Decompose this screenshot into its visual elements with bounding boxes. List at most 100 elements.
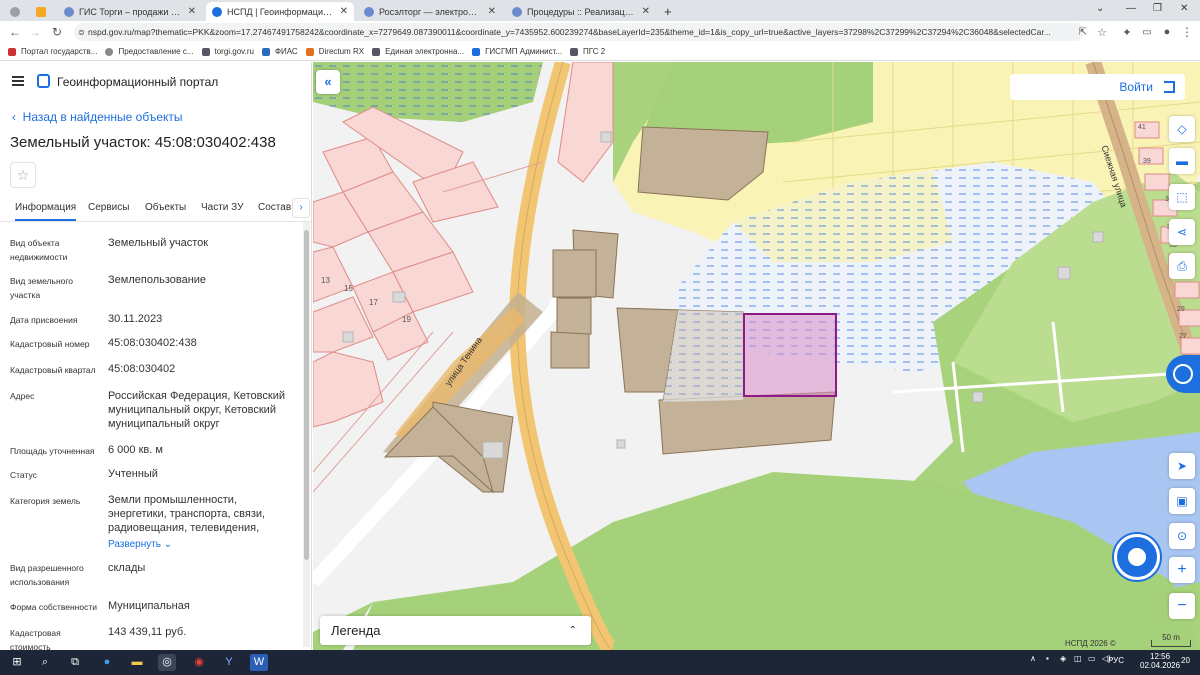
site-info-icon[interactable]: ⊜ (78, 28, 85, 37)
legend-dropdown[interactable]: Легенда ⌃⌄ (320, 616, 591, 645)
scale-bar: 50 m (1151, 634, 1191, 647)
tab-search-icon[interactable]: ⌄ (1096, 3, 1104, 14)
portal-logo-icon (37, 74, 50, 88)
bookmark-star-icon[interactable]: ☆ (1093, 26, 1111, 39)
expand-link[interactable]: Развернуть ⌄ (108, 539, 172, 550)
land-category-value: Земли промышленности, энергетики, трансп… (108, 494, 266, 534)
profile-icon[interactable]: ● (1158, 26, 1176, 38)
back-to-results-link[interactable]: ‹ Назад в найденные объекты (12, 110, 183, 124)
locate-me-icon[interactable]: ➤ (1169, 453, 1195, 479)
browser-tab[interactable] (4, 2, 28, 21)
forward-arrow-icon[interactable]: → (26, 25, 44, 39)
close-tab-icon[interactable]: ✕ (488, 6, 496, 17)
field-label: Категория земель (10, 496, 81, 506)
search-location-icon[interactable]: ⊙ (1169, 523, 1195, 549)
zoom-in-button[interactable]: + (1169, 557, 1195, 583)
selected-parcel[interactable] (743, 313, 837, 397)
panel-scrollbar[interactable] (303, 222, 310, 647)
map-layer (313, 62, 1200, 650)
tabs-scroll-right-icon[interactable]: › (292, 198, 310, 218)
login-button[interactable]: Войти (1010, 74, 1185, 100)
scrollbar-thumb[interactable] (304, 230, 309, 560)
collapse-panel-button[interactable]: « (316, 70, 340, 94)
minimap-icon[interactable]: ▣ (1169, 488, 1195, 514)
tab-services[interactable]: Сервисы (88, 202, 129, 213)
bookmark-item[interactable]: ГИСГМП Админист... (472, 47, 562, 56)
chevron-left-icon: ‹ (12, 110, 23, 124)
network-icon[interactable]: ▭ (1088, 654, 1096, 663)
file-explorer-icon[interactable]: ▬ (128, 654, 146, 671)
select-area-icon[interactable]: ⬚ (1169, 184, 1195, 210)
tab-title: НСПД | Геоинформационный п (227, 6, 334, 17)
field-label: Форма собственности (10, 602, 97, 612)
bookmark-item[interactable]: ФИАС (261, 47, 298, 56)
bookmark-item[interactable]: Directum RX (305, 47, 364, 56)
word-icon[interactable]: W (250, 654, 268, 671)
tab-objects[interactable]: Объекты (145, 202, 186, 213)
task-view-icon[interactable]: ⧉ (66, 654, 84, 671)
print-icon[interactable]: ⎙ (1169, 253, 1195, 279)
close-tab-icon[interactable]: ✕ (340, 6, 348, 17)
yandex-icon[interactable]: Y (220, 654, 238, 671)
map-canvas[interactable]: улица Тенина Сиежная улица 13 15 17 19 4… (313, 62, 1200, 650)
field-label: Кадастровая стоимость (10, 628, 61, 650)
tray-app-icon[interactable]: ◈ (1060, 654, 1066, 663)
maximize-icon[interactable]: ❐ (1153, 3, 1162, 14)
tray-chevron-icon[interactable]: ∧ (1030, 654, 1036, 663)
browser-tab-bar: ГИС Торги – продажи государс ✕ НСПД | Ге… (0, 0, 1200, 21)
zoom-out-button[interactable]: − (1169, 593, 1195, 619)
share-link-icon[interactable]: ⋖ (1169, 219, 1195, 245)
language-indicator[interactable]: РУС (1108, 656, 1124, 665)
url-field[interactable]: ⊜ nspd.gov.ru/map?thematic=PKK&zoom=17.2… (74, 23, 1084, 41)
globe-icon (64, 6, 74, 17)
chrome-icon[interactable]: ◉ (190, 654, 208, 671)
share-icon[interactable]: ⇱ (1074, 27, 1092, 38)
tab-information[interactable]: Информация (15, 202, 77, 221)
browser-tab-nspd[interactable]: НСПД | Геоинформационный п ✕ (206, 2, 354, 21)
app-title: Геоинформационный портал (57, 75, 219, 89)
minimize-icon[interactable]: — (1126, 3, 1136, 14)
extensions-icon[interactable]: ✦ (1118, 26, 1136, 39)
close-tab-icon[interactable]: ✕ (188, 6, 196, 17)
assistant-badge-icon[interactable] (1166, 355, 1200, 393)
tab-composition[interactable]: Состав (258, 202, 291, 213)
bookmark-item[interactable]: ПГС 2 (570, 47, 605, 56)
browser-tab-gis-torgi[interactable]: ГИС Торги – продажи государс ✕ (58, 2, 202, 21)
bookmark-item[interactable]: torgi.gov.ru (201, 47, 254, 56)
sidepanel-icon[interactable]: ▭ (1138, 27, 1156, 38)
browser-tab[interactable] (30, 2, 54, 21)
browser-tab-procedures[interactable]: Процедуры :: Реализация госим ✕ (506, 2, 656, 21)
bookmark-item[interactable]: Портал государств... (8, 47, 97, 56)
back-arrow-icon[interactable]: ← (6, 25, 24, 39)
bookmark-item[interactable]: Единая электронна... (372, 47, 464, 56)
windows-start-icon[interactable]: ⊞ (8, 654, 26, 671)
close-tab-icon[interactable]: ✕ (642, 6, 650, 17)
app-icon[interactable]: ◎ (158, 654, 176, 671)
field-label: Статус (10, 470, 37, 480)
tray-app-icon[interactable]: ◫ (1074, 654, 1082, 663)
new-tab-button[interactable]: + (658, 2, 676, 21)
bookmarks-bar: Портал государств... Предоставление с...… (0, 43, 1200, 61)
tab-title: Процедуры :: Реализация госим (527, 6, 636, 17)
field-label: Кадастровый номер (10, 339, 90, 349)
ruler-icon[interactable]: ▬ (1169, 148, 1195, 174)
layers-icon[interactable]: ◇ (1169, 116, 1195, 142)
close-window-icon[interactable]: ✕ (1180, 3, 1188, 14)
tray-app-icon[interactable]: ▪ (1046, 654, 1049, 663)
hamburger-menu-icon[interactable] (12, 76, 24, 86)
tab-title: Росэлторг — электронная торгов (379, 6, 482, 17)
tab-parts[interactable]: Части ЗУ (201, 202, 243, 213)
reload-icon[interactable]: ↻ (48, 25, 66, 39)
clock[interactable]: 12:56 02.04.2026 (1140, 652, 1180, 670)
menu-icon[interactable]: ⋮ (1178, 25, 1196, 39)
favorite-star-icon[interactable]: ☆ (10, 162, 36, 188)
chat-button[interactable] (1114, 534, 1160, 580)
browser-tab-roseltorg[interactable]: Росэлторг — электронная торгов ✕ (358, 2, 502, 21)
bookmark-icon (570, 47, 579, 56)
notifications-badge[interactable]: 20 (1181, 656, 1190, 665)
nspd-favicon-icon (212, 6, 222, 17)
bookmark-item[interactable]: Предоставление с... (105, 47, 194, 56)
field-label: Дата присвоения (10, 315, 78, 325)
edge-icon[interactable]: ● (98, 654, 116, 671)
search-icon[interactable]: ⌕ (36, 654, 54, 671)
